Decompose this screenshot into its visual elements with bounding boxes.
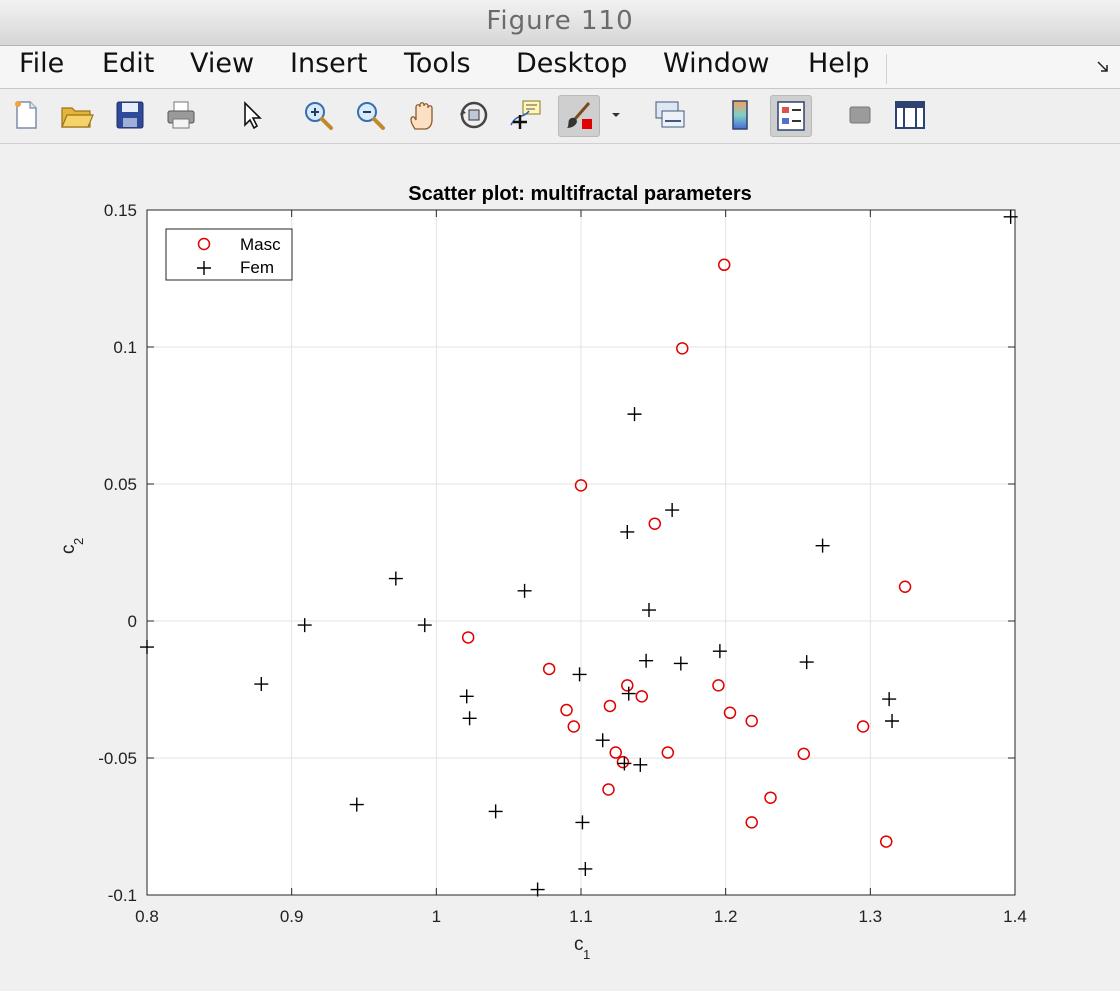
menu-window[interactable]: Window [663, 48, 769, 79]
legend[interactable]: Masc Fem [165, 228, 293, 281]
x-tick-label: 1.2 [714, 907, 738, 926]
x-tick-label: 1.4 [1003, 907, 1027, 926]
zoom-in-icon[interactable] [298, 95, 338, 135]
new-figure-icon[interactable] [6, 95, 46, 135]
legend-fem-label: Fem [240, 258, 274, 277]
menu-help[interactable]: Help [808, 48, 870, 79]
window-title-bar: Figure 110 [0, 0, 1120, 46]
dock-figure-icon[interactable] [1096, 60, 1110, 74]
x-tick-label: 0.9 [280, 907, 304, 926]
y-tick-label: 0 [128, 612, 137, 631]
x-tick-label: 1.1 [569, 907, 593, 926]
x-tick-label: 1 [432, 907, 441, 926]
x-tick-label: 1.3 [859, 907, 883, 926]
link-plot-icon[interactable] [650, 95, 690, 135]
y-tick-label: -0.1 [108, 886, 137, 905]
figure-toolbar [0, 89, 1120, 144]
x-tick-label: 0.8 [135, 907, 159, 926]
rotate-3d-icon[interactable] [454, 95, 494, 135]
menu-file[interactable]: File [19, 48, 64, 79]
window-title: Figure 110 [486, 6, 634, 36]
print-icon[interactable] [161, 95, 201, 135]
x-axis-label: c 1 [574, 934, 590, 962]
colorbar-icon[interactable] [720, 95, 760, 135]
menu-desktop[interactable]: Desktop [516, 48, 627, 79]
hide-plot-tools-icon[interactable] [840, 95, 880, 135]
data-cursor-icon[interactable] [506, 95, 546, 135]
open-file-icon[interactable] [57, 95, 97, 135]
menu-divider [886, 54, 1097, 84]
pan-hand-icon[interactable] [402, 95, 442, 135]
y-tick-label: 0.15 [104, 201, 137, 220]
x-axis-label-sub: 1 [583, 947, 590, 962]
menu-edit[interactable]: Edit [102, 48, 154, 79]
chart-title: Scatter plot: multifractal parameters [408, 183, 751, 205]
y-tick-label: 0.1 [113, 338, 137, 357]
figure-canvas: 0.8 0.9 1 1.1 1.2 1.3 1.4 -0.1 -0.05 0 0.05 0.1 0.15… [0, 144, 1120, 986]
menu-view[interactable]: View [190, 48, 254, 79]
menu-tools[interactable]: Tools [404, 48, 471, 79]
save-icon[interactable] [110, 95, 150, 135]
y-tick-label: 0.05 [104, 475, 137, 494]
show-plot-tools-icon[interactable] [890, 95, 930, 135]
y-axis-label-sub: 2 [71, 538, 86, 545]
legend-icon[interactable] [770, 95, 812, 137]
brush-dropdown-icon[interactable] [602, 95, 630, 135]
y-axis-label: c 2 [58, 538, 86, 554]
edit-plot-pointer-icon[interactable] [232, 95, 272, 135]
brush-icon[interactable] [558, 95, 600, 137]
scatter-chart[interactable]: 0.8 0.9 1 1.1 1.2 1.3 1.4 -0.1 -0.05 0 0.05 0.1 0.15… [0, 144, 1120, 986]
y-tick-label: -0.05 [98, 749, 137, 768]
legend-masc-label: Masc [240, 235, 281, 254]
menu-insert[interactable]: Insert [290, 48, 367, 79]
zoom-out-icon[interactable] [350, 95, 390, 135]
menu-bar: File Edit View Insert Tools Desktop Wind… [0, 46, 1120, 89]
